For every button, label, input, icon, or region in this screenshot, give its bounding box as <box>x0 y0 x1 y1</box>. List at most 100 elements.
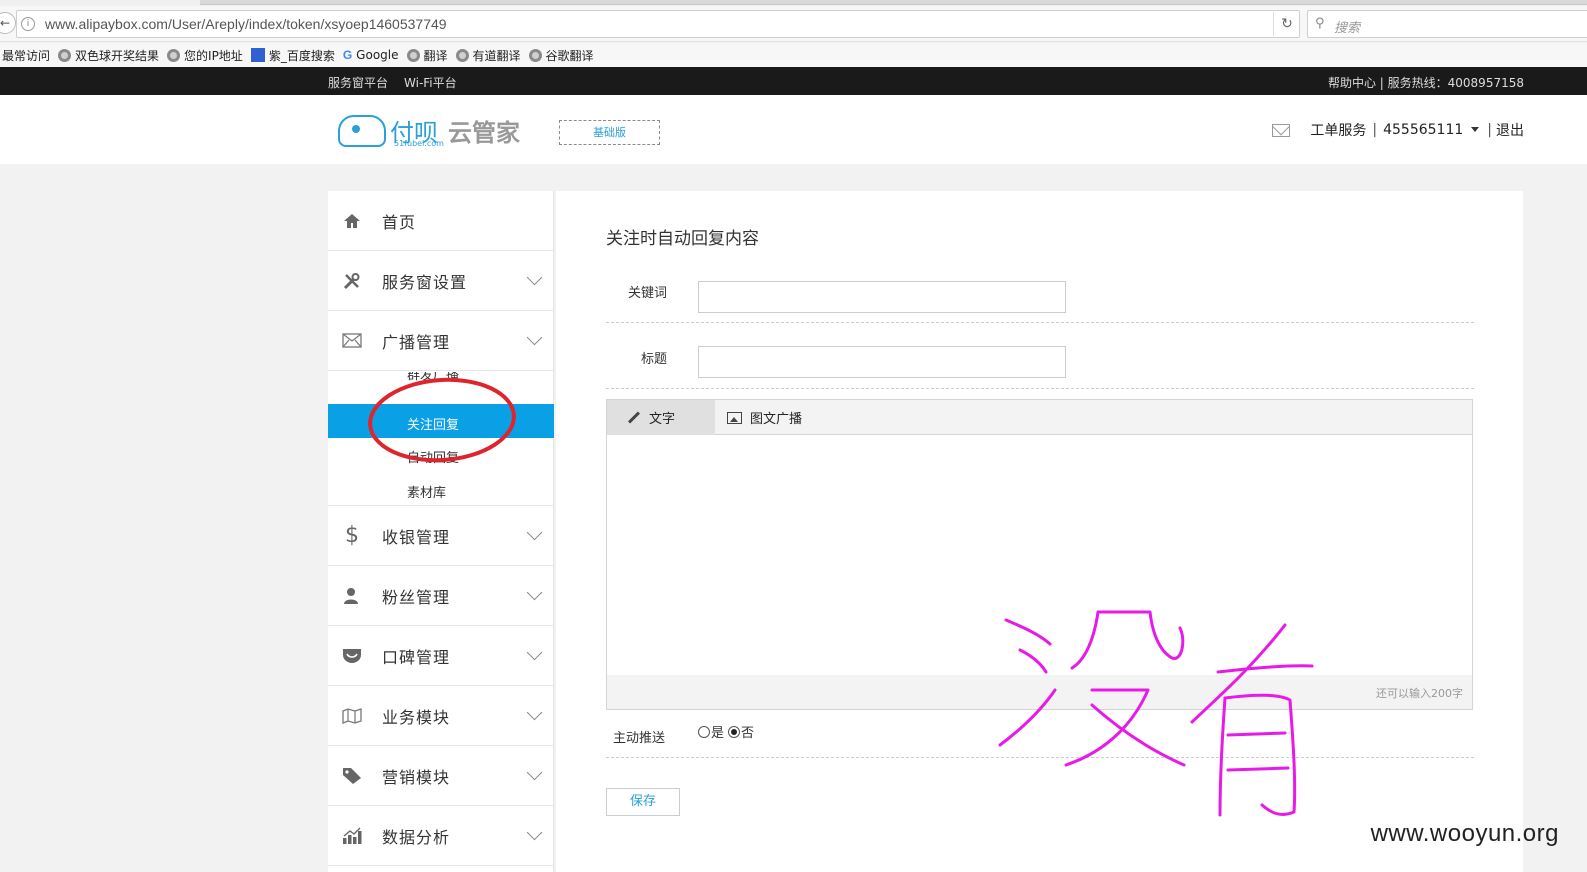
sidebar-item-koubei[interactable]: 口碑管理 <box>328 626 554 686</box>
chevron-down-icon <box>526 524 543 541</box>
chart-icon <box>342 826 362 846</box>
help-hotline[interactable]: 帮助中心 | 服务热线：4008957158 <box>1328 74 1524 91</box>
logo-product: 云管家 <box>448 119 520 147</box>
bookmark-google-translate[interactable]: 谷歌翻译 <box>528 47 594 64</box>
ticket-service-link[interactable]: 工单服务 <box>1310 120 1366 140</box>
radio-push-no[interactable] <box>728 725 741 738</box>
title-input[interactable] <box>698 346 1066 378</box>
search-icon: ⚲ <box>1315 16 1325 31</box>
globe-icon <box>455 48 469 62</box>
chevron-down-icon <box>526 704 543 721</box>
title-label: 标题 <box>641 352 668 367</box>
reload-icon[interactable]: ↻ <box>1273 12 1300 36</box>
sidebar: 首页 服务窗设置 广播管理 群发广播 关注回复 自动回复 素材库 $ 收银管理 … <box>328 191 554 872</box>
user-icon <box>342 586 362 606</box>
topbar-link-service-window[interactable]: 服务窗平台 <box>328 74 388 91</box>
site-topbar: 服务窗平台 Wi-Fi平台 帮助中心 | 服务热线：4008957158 <box>0 67 1587 95</box>
chevron-down-icon <box>526 269 543 286</box>
sidebar-item-business[interactable]: 业务模块 <box>328 686 554 746</box>
bookmark-most-visited[interactable]: 最常访问 <box>2 47 50 64</box>
sidebar-item-home[interactable]: 首页 <box>328 191 554 251</box>
edition-badge: 基础版 <box>559 120 660 145</box>
keyword-row: 关键词 <box>606 265 1474 323</box>
radio-no-label: 否 <box>741 726 755 741</box>
keyword-input[interactable] <box>698 281 1066 313</box>
chevron-down-icon <box>526 329 543 346</box>
bookmark-youdao[interactable]: 有道翻译 <box>455 47 521 64</box>
google-g-icon: G <box>342 48 353 62</box>
page-title: 关注时自动回复内容 <box>606 229 759 249</box>
map-icon <box>342 706 362 726</box>
bookmark-lottery[interactable]: 双色球开奖结果 <box>58 47 159 64</box>
tab-bar <box>200 0 1587 5</box>
push-label: 主动推送 <box>613 731 666 746</box>
caret-down-icon[interactable] <box>1471 126 1480 132</box>
globe-icon <box>406 48 420 62</box>
chevron-down-icon <box>526 644 543 661</box>
globe-icon <box>167 48 181 62</box>
account-name[interactable]: 455565111 <box>1383 122 1463 138</box>
logo[interactable]: 付呗 51fubei.com 云管家 <box>338 113 520 148</box>
editor-textarea[interactable] <box>607 436 1472 674</box>
title-row: 标题 <box>606 323 1474 389</box>
globe-icon <box>58 48 72 62</box>
bookmarks-bar: 最常访问 双色球开奖结果 您的IP地址 紫_百度搜索 G Google 翻译 有道… <box>0 43 1587 67</box>
bookmark-translate[interactable]: 翻译 <box>406 47 448 64</box>
sidebar-item-broadcast[interactable]: 广播管理 <box>328 311 554 371</box>
header-account-area: 工单服务 | 455565111 | 退出 <box>1272 120 1524 140</box>
browser-search-box[interactable]: ⚲ 搜索 <box>1307 10 1587 38</box>
url-text[interactable]: www.alipaybox.com/User/Areply/index/toke… <box>45 16 447 32</box>
mail-icon[interactable] <box>1272 123 1291 137</box>
tab-image-text[interactable]: 图文广播 <box>727 400 847 435</box>
elephant-logo-icon <box>338 114 386 147</box>
tab-text[interactable]: 文字 <box>607 400 715 435</box>
submenu-item-follow-reply[interactable]: 关注回复 <box>328 404 554 438</box>
submenu-item-material-library[interactable]: 素材库 <box>328 472 554 506</box>
editor-footer: 还可以输入200字 <box>607 675 1472 709</box>
radio-yes-label: 是 <box>711 726 725 741</box>
bookmark-baidu[interactable]: 紫_百度搜索 <box>250 47 335 64</box>
reply-editor: 文字 图文广播 还可以输入200字 <box>606 399 1473 710</box>
info-icon[interactable]: i <box>21 17 35 31</box>
broadcast-submenu: 群发广播 关注回复 自动回复 素材库 <box>328 372 554 506</box>
keyword-label: 关键词 <box>628 286 668 301</box>
radio-push-yes[interactable] <box>698 725 710 738</box>
main-panel: 关注时自动回复内容 关键词 标题 文字 图文广播 还可以输入200字 主动推送 … <box>556 191 1523 872</box>
bookmark-google[interactable]: G Google <box>343 48 399 62</box>
sidebar-item-service-settings[interactable]: 服务窗设置 <box>328 251 554 311</box>
separator: | <box>1487 122 1492 138</box>
envelope-icon <box>342 331 362 351</box>
topbar-link-wifi[interactable]: Wi-Fi平台 <box>404 74 457 91</box>
push-row: 主动推送 是 否 <box>606 715 1474 758</box>
chevron-down-icon <box>526 584 543 601</box>
baidu-paw-icon <box>250 48 265 62</box>
sidebar-item-analytics[interactable]: 数据分析 <box>328 806 554 866</box>
site-header: 付呗 51fubei.com 云管家 基础版 工单服务 | 455565111 … <box>0 95 1587 164</box>
bookmark-ip[interactable]: 您的IP地址 <box>167 47 243 64</box>
back-button[interactable]: ← <box>0 12 16 34</box>
address-bar[interactable]: i www.alipaybox.com/User/Areply/index/to… <box>16 10 1300 38</box>
pencil-icon <box>627 411 641 424</box>
globe-icon <box>528 48 542 62</box>
watermark: www.wooyun.org <box>1370 820 1559 847</box>
search-placeholder: 搜索 <box>1334 21 1361 36</box>
chevron-down-icon <box>526 824 543 841</box>
submenu-item-mass-broadcast[interactable]: 群发广播 <box>328 372 554 385</box>
separator: | <box>1372 122 1378 138</box>
logout-link[interactable]: 退出 <box>1496 120 1524 140</box>
shield-icon <box>342 646 362 666</box>
char-count: 还可以输入200字 <box>1376 687 1463 700</box>
sidebar-item-cashier[interactable]: $ 收银管理 <box>328 506 554 566</box>
sidebar-item-marketing[interactable]: 营销模块 <box>328 746 554 806</box>
tools-icon <box>342 271 362 291</box>
save-button[interactable]: 保存 <box>606 788 680 816</box>
editor-tabs: 文字 图文广播 <box>607 400 1472 435</box>
tag-icon <box>342 766 362 786</box>
image-icon <box>727 411 742 424</box>
chevron-down-icon <box>526 764 543 781</box>
home-icon <box>342 211 362 231</box>
submenu-item-auto-reply[interactable]: 自动回复 <box>328 438 554 472</box>
sidebar-item-fans[interactable]: 粉丝管理 <box>328 566 554 626</box>
dollar-icon: $ <box>345 523 359 548</box>
logo-subtext: 51fubei.com <box>394 139 444 148</box>
